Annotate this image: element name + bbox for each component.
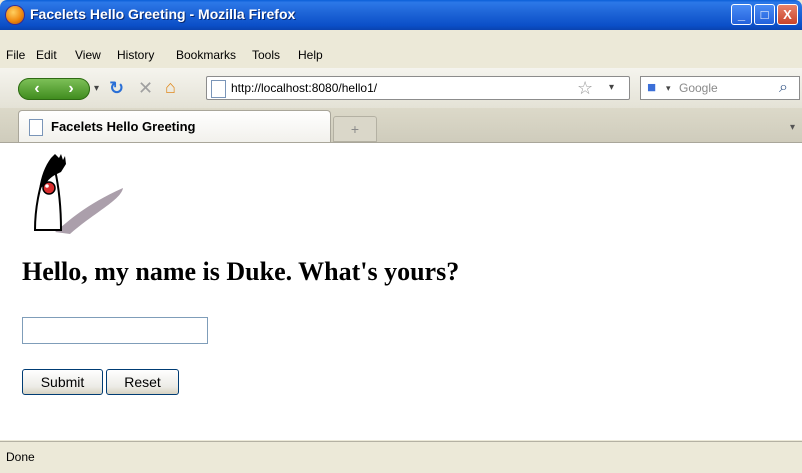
maximize-button[interactable]: □ bbox=[754, 4, 775, 25]
window-title: Facelets Hello Greeting - Mozilla Firefo… bbox=[30, 6, 296, 22]
bookmark-star-icon[interactable]: ☆ bbox=[577, 77, 593, 99]
stop-icon[interactable]: ✕ bbox=[138, 77, 153, 99]
name-input[interactable] bbox=[22, 317, 208, 344]
tab-list-icon[interactable]: ▾ bbox=[790, 117, 795, 139]
home-icon[interactable]: ⌂ bbox=[165, 76, 176, 98]
menu-view[interactable]: View bbox=[75, 48, 101, 62]
firefox-icon bbox=[6, 6, 24, 24]
forward-button[interactable]: › bbox=[54, 78, 88, 100]
search-icon[interactable]: ⌕ bbox=[779, 77, 788, 99]
menu-bookmarks[interactable]: Bookmarks bbox=[176, 48, 236, 62]
reset-button[interactable]: Reset bbox=[106, 369, 179, 395]
search-engine-dropdown-icon[interactable]: ▾ bbox=[666, 77, 671, 99]
url-dropdown-icon[interactable]: ▾ bbox=[609, 77, 614, 99]
menu-tools[interactable]: Tools bbox=[252, 48, 280, 62]
title-bar: Facelets Hello Greeting - Mozilla Firefo… bbox=[0, 0, 802, 30]
history-dropdown-icon[interactable]: ▾ bbox=[94, 78, 99, 100]
back-forward-group: ‹ › bbox=[18, 78, 90, 100]
search-placeholder: Google bbox=[679, 81, 718, 95]
tab-facelets-hello-greeting[interactable]: Facelets Hello Greeting bbox=[18, 110, 331, 142]
menu-history[interactable]: History bbox=[117, 48, 154, 62]
status-text: Done bbox=[6, 450, 35, 464]
forward-arrow-icon: › bbox=[68, 80, 74, 97]
menu-file[interactable]: File bbox=[6, 48, 25, 62]
close-button[interactable]: X bbox=[777, 4, 798, 25]
back-arrow-icon: ‹ bbox=[34, 80, 40, 97]
menu-help[interactable]: Help bbox=[298, 48, 323, 62]
search-engine-icon[interactable]: ■ bbox=[647, 77, 656, 99]
status-bar: Done bbox=[0, 441, 802, 473]
address-bar[interactable]: http://localhost:8080/hello1/ ☆ ▾ bbox=[206, 76, 630, 100]
browser-window: Facelets Hello Greeting - Mozilla Firefo… bbox=[0, 0, 802, 473]
search-box[interactable]: ■ ▾ Google ⌕ bbox=[640, 76, 800, 100]
new-tab-button[interactable]: + bbox=[333, 116, 377, 142]
tab-title: Facelets Hello Greeting bbox=[51, 119, 196, 134]
reload-icon[interactable]: ↻ bbox=[109, 77, 124, 99]
submit-button[interactable]: Submit bbox=[22, 369, 103, 395]
greeting-heading: Hello, my name is Duke. What's yours? bbox=[22, 257, 460, 286]
menu-edit[interactable]: Edit bbox=[36, 48, 57, 62]
duke-mascot-image bbox=[33, 154, 123, 234]
minimize-button[interactable]: _ bbox=[731, 4, 752, 25]
menu-bar: File Edit View History Bookmarks Tools H… bbox=[0, 30, 802, 68]
back-button[interactable]: ‹ bbox=[20, 78, 54, 100]
url-text[interactable]: http://localhost:8080/hello1/ bbox=[231, 81, 377, 95]
page-icon bbox=[29, 119, 43, 136]
page-icon bbox=[211, 80, 226, 98]
